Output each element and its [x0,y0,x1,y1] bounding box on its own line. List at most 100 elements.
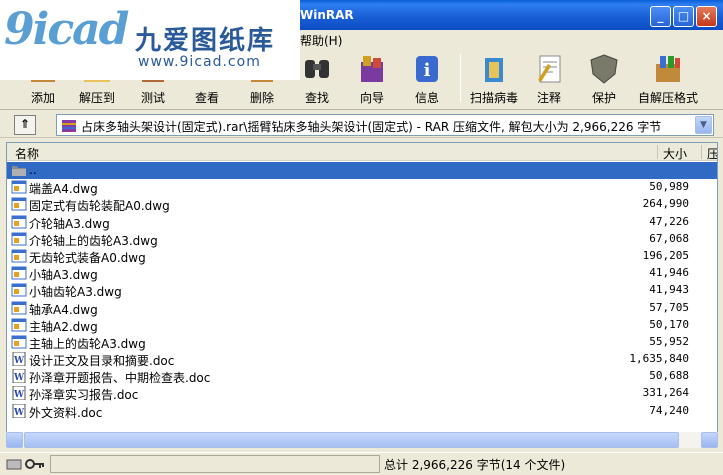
file-name: 孙泽章开题报告、中期检查表.doc [29,371,211,386]
file-name: 轴承A4.dwg [29,302,98,317]
sfx-label: 自解压格式 [637,91,698,105]
file-row[interactable]: W 孙泽章开题报告、中期检查表.doc 50,688 [7,368,717,386]
dwg-file-icon [11,301,27,314]
info-icon: i [416,56,438,82]
virus-scan-icon [485,58,503,82]
info-button[interactable]: i 信息 [398,52,456,108]
file-row[interactable]: 无齿轮式装备A0.dwg 196,205 [7,248,717,265]
dwg-file-icon [11,180,27,194]
file-name: 介轮轴A3.dwg [29,216,110,231]
add-label: 添加 [30,91,55,105]
comment-button[interactable]: 注释 [520,52,578,108]
file-row[interactable]: 轴承A4.dwg 57,705 [7,300,717,317]
file-name: .. [29,163,37,177]
svg-text:W: W [13,356,25,366]
file-size: 55,952 [649,334,689,348]
doc-file-icon: W [12,352,26,367]
folder-icon [12,166,26,176]
column-header: 名称 大小 压 [7,143,717,162]
dwg-file-icon [11,266,27,280]
comment-label: 注释 [536,91,561,105]
status-bar: 总计 2,966,226 字节(14 个文件) [0,452,723,475]
column-size[interactable]: 大小 [663,145,687,162]
up-folder-button[interactable]: ⇑ [14,115,36,135]
column-packed[interactable]: 压 [707,145,717,162]
toolbar-separator [460,54,461,102]
maximize-button[interactable]: □ [673,6,694,27]
extract-to-label: 解压到 [78,91,115,105]
wizard-label: 向导 [359,91,384,105]
sfx-icon [656,56,680,82]
file-name: 设计正文及目录和摘要.doc [29,354,175,369]
file-size: 47,226 [649,214,689,228]
chevron-down-icon: ▼ [700,120,707,130]
file-name: 小轴A3.dwg [29,268,98,283]
file-size: 67,068 [649,231,689,245]
file-row[interactable]: 介轮轴上的齿轮A3.dwg 67,068 [7,231,717,248]
file-name: 固定式有齿轮装配A0.dwg [29,199,170,214]
close-button[interactable]: × [696,6,717,27]
scroll-right-button[interactable] [701,432,718,448]
file-name: 介轮轴上的齿轮A3.dwg [29,233,158,248]
archive-path: 占床多轴头架设计(固定式).rar\摇臂钻床多轴头架设计(固定式) - RAR … [81,120,662,134]
status-pane [50,455,380,473]
wizard-icon [361,56,383,82]
column-divider[interactable] [701,145,702,159]
parent-folder-row[interactable]: .. [7,162,717,180]
file-row[interactable]: W 设计正文及目录和摘要.doc 1,635,840 [7,351,717,369]
delete-label: 删除 [249,91,274,105]
file-size: 41,943 [649,283,689,297]
protect-button[interactable]: 保护 [575,52,633,108]
column-name[interactable]: 名称 [15,145,39,162]
scroll-left-button[interactable] [6,432,23,448]
svg-text:i: i [424,60,431,81]
virus-scan-button[interactable]: 扫描病毒 [465,52,523,108]
file-row[interactable]: 主轴上的齿轮A3.dwg 55,952 [7,334,717,351]
file-row[interactable]: 小轴A3.dwg 41,946 [7,265,717,283]
menu-help[interactable]: 帮助(H) [300,32,342,49]
horizontal-scrollbar[interactable] [6,432,718,448]
file-size: 50,688 [649,369,689,383]
protect-icon [590,54,618,84]
svg-text:W: W [13,373,25,383]
dwg-file-icon [11,232,27,246]
dwg-file-icon [11,318,27,332]
path-dropdown-button[interactable]: ▼ [695,116,712,134]
up-arrow-icon: ⇑ [19,117,31,131]
file-name: 孙泽章实习报告.doc [29,388,139,403]
file-row[interactable]: 介轮轴A3.dwg 47,226 [7,214,717,231]
file-name: 主轴A2.dwg [29,319,98,334]
watermark-logo: 9icad 九爱图纸库 www.9icad.com [0,0,300,80]
file-list: 名称 大小 压 .. 端盖A4.dwg 50,989 固定式有齿轮装配A0.dwg 26… [6,142,718,448]
find-label: 查找 [304,91,329,105]
column-divider[interactable] [657,145,658,159]
file-size: 1,635,840 [629,352,689,366]
view-label: 查看 [194,91,219,105]
wizard-button[interactable]: 向导 [343,52,401,108]
file-name: 外文资料.doc [29,405,103,420]
file-row[interactable]: 固定式有齿轮装配A0.dwg 264,990 [7,196,717,214]
protect-label: 保护 [591,91,616,105]
drive-key-icon [6,459,44,470]
path-combobox[interactable]: 占床多轴头架设计(固定式).rar\摇臂钻床多轴头架设计(固定式) - RAR … [56,114,714,136]
file-row[interactable]: 端盖A4.dwg 50,989 [7,179,717,196]
file-row[interactable]: 主轴A2.dwg 50,170 [7,317,717,334]
file-row[interactable]: W 孙泽章实习报告.doc 331,264 [7,385,717,403]
file-size: 50,989 [649,180,689,194]
watermark-url: www.9icad.com [138,54,261,70]
doc-file-icon: W [12,369,26,384]
scroll-thumb[interactable] [24,432,679,448]
file-name: 无齿轮式装备A0.dwg [29,250,146,265]
file-size: 196,205 [642,248,689,262]
file-name: 小轴齿轮A3.dwg [29,285,122,300]
dwg-file-icon [11,215,27,229]
window-title: WinRAR [300,8,354,22]
file-row[interactable]: 小轴齿轮A3.dwg 41,943 [7,282,717,300]
dwg-file-icon [11,335,27,349]
minimize-button[interactable]: _ [650,6,671,27]
doc-file-icon: W [12,403,26,418]
file-row[interactable]: W 外文资料.doc 74,240 [7,403,717,420]
info-label: 信息 [414,91,439,105]
file-size: 74,240 [649,403,689,417]
sfx-button[interactable]: 自解压格式 [636,52,700,108]
